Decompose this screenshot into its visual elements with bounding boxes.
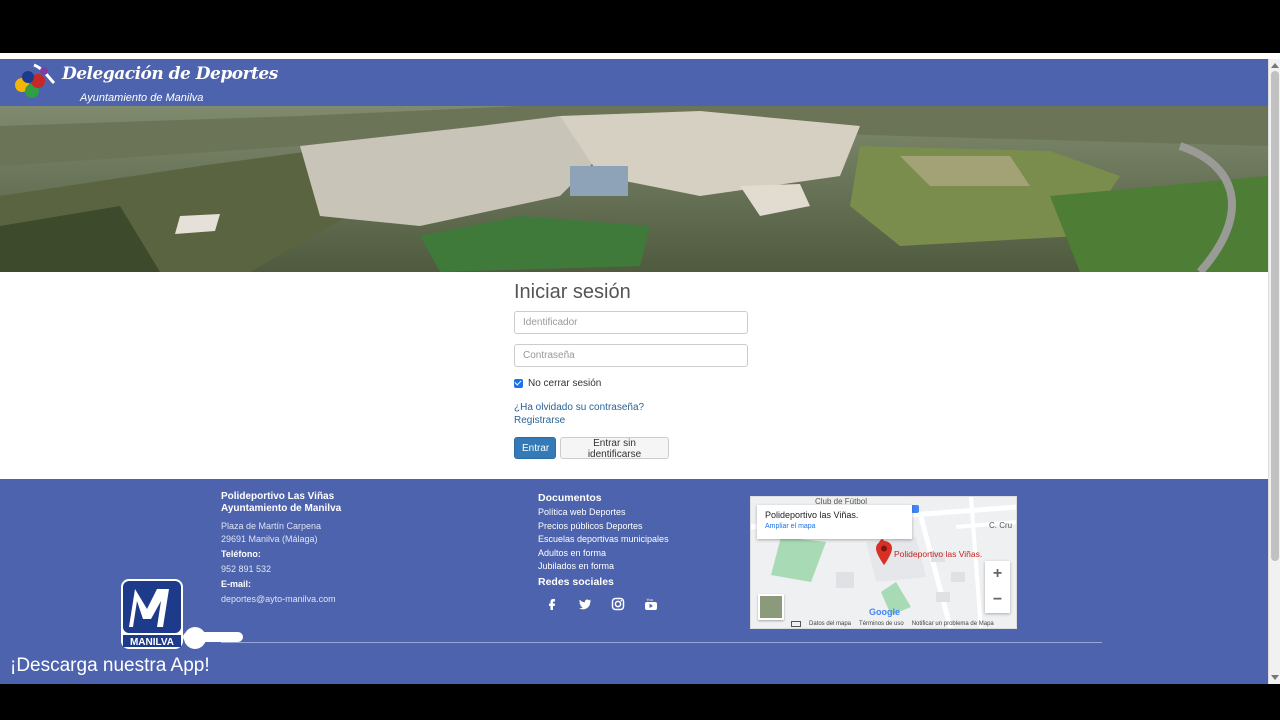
identifier-input[interactable] <box>514 311 748 334</box>
login-buttons: Entrar Entrar sin identificarse <box>514 437 754 460</box>
document-link[interactable]: Precios públicos Deportes <box>538 520 669 534</box>
aerial-banner-image <box>0 106 1268 272</box>
forgot-password-link[interactable]: ¿Ha olvidado su contraseña? <box>514 402 754 413</box>
twitter-icon[interactable] <box>578 597 592 611</box>
instagram-icon[interactable] <box>611 597 625 611</box>
email-label: E-mail: <box>221 579 252 589</box>
password-input[interactable] <box>514 344 748 367</box>
map-place-name: Polideportivo las Viñas. <box>765 510 859 520</box>
social-title: Redes sociales <box>538 575 614 588</box>
guest-login-button[interactable]: Entrar sin identificarse <box>560 437 669 460</box>
satellite-toggle[interactable] <box>758 594 784 620</box>
map-marker-label: Polideportivo las Viñas. <box>894 549 983 559</box>
document-link[interactable]: Política web Deportes <box>538 506 669 520</box>
scroll-up-icon[interactable] <box>1271 63 1279 68</box>
document-link[interactable]: Adultos en forma <box>538 547 669 561</box>
social-links: You <box>545 597 658 611</box>
delegacion-logo-icon[interactable] <box>8 61 56 105</box>
contact-info: Polideportivo Las Viñas Ayuntamiento de … <box>221 491 341 606</box>
scroll-thumb[interactable] <box>1271 71 1279 561</box>
remember-checkbox[interactable] <box>514 379 523 388</box>
register-link[interactable]: Registrarse <box>514 415 754 426</box>
map-top-label: Club de Fútbol <box>815 497 868 506</box>
site-title: Delegación de Deportes <box>62 64 278 84</box>
zoom-in-button[interactable]: + <box>985 561 1010 587</box>
vertical-scrollbar[interactable] <box>1268 59 1280 684</box>
phone-label: Teléfono: <box>221 549 261 559</box>
map-terms-link[interactable]: Términos de uso <box>859 621 904 627</box>
map-marker-icon[interactable] <box>875 540 893 566</box>
map-street-label: C. Cru <box>989 521 1013 530</box>
document-link[interactable]: Escuelas deportivas municipales <box>538 533 669 547</box>
youtube-icon[interactable]: You <box>644 597 658 611</box>
venue-name: Polideportivo Las Viñas <box>221 491 335 502</box>
venue-org: Ayuntamiento de Manilva <box>221 503 342 514</box>
map-report-link[interactable]: Notificar un problema de Mapa <box>912 621 994 627</box>
document-link[interactable]: Jubilados en forma <box>538 560 669 574</box>
zoom-out-button[interactable]: − <box>985 587 1010 613</box>
browser-bottom-bar <box>0 684 1280 720</box>
map-footer: Datos del mapa Términos de uso Notificar… <box>791 621 994 627</box>
keyboard-icon[interactable] <box>791 621 801 627</box>
app-toggle-knob[interactable] <box>184 627 206 649</box>
remember-session[interactable]: No cerrar sesión <box>514 378 754 389</box>
phone-number: 952 891 532 <box>221 564 272 574</box>
site-footer: Polideportivo Las Viñas Ayuntamiento de … <box>0 479 1268 684</box>
manilva-app-logo-icon[interactable]: MANILVA <box>121 579 183 649</box>
facebook-icon[interactable] <box>545 597 559 611</box>
map-place-card: Polideportivo las Viñas. Ampliar el mapa <box>757 505 912 539</box>
login-title: Iniciar sesión <box>514 281 631 303</box>
google-logo: Google <box>869 607 900 617</box>
download-app-text[interactable]: ¡Descarga nuestra App! <box>10 655 210 677</box>
documents-section: Documentos Política web Deportes Precios… <box>538 491 669 590</box>
app-logo-text: MANILVA <box>130 637 174 648</box>
map-data-link[interactable]: Datos del mapa <box>809 621 851 627</box>
email-address[interactable]: deportes@ayto-manilva.com <box>221 593 341 606</box>
scroll-down-icon[interactable] <box>1271 675 1279 680</box>
map-zoom-control: + − <box>985 561 1010 613</box>
remember-label: No cerrar sesión <box>528 378 602 389</box>
enlarge-map-link[interactable]: Ampliar el mapa <box>765 523 904 530</box>
footer-divider <box>221 642 1102 643</box>
location-map[interactable]: Polideportivo las Viñas. Ampliar el mapa… <box>750 496 1017 629</box>
address-line-2: 29691 Manilva (Málaga) <box>221 534 318 544</box>
login-form: Iniciar sesión No cerrar sesión ¿Ha olvi… <box>514 281 754 460</box>
site-header: Delegación de Deportes Ayuntamiento de M… <box>0 59 1268 106</box>
svg-text:You: You <box>646 597 653 602</box>
site-subtitle: Ayuntamiento de Manilva <box>80 92 204 104</box>
documents-title: Documentos <box>538 492 602 504</box>
login-button[interactable]: Entrar <box>514 437 556 459</box>
browser-top-bar <box>0 0 1280 53</box>
address-line-1: Plaza de Martín Carpena <box>221 521 322 531</box>
page: Delegación de Deportes Ayuntamiento de M… <box>0 59 1268 684</box>
